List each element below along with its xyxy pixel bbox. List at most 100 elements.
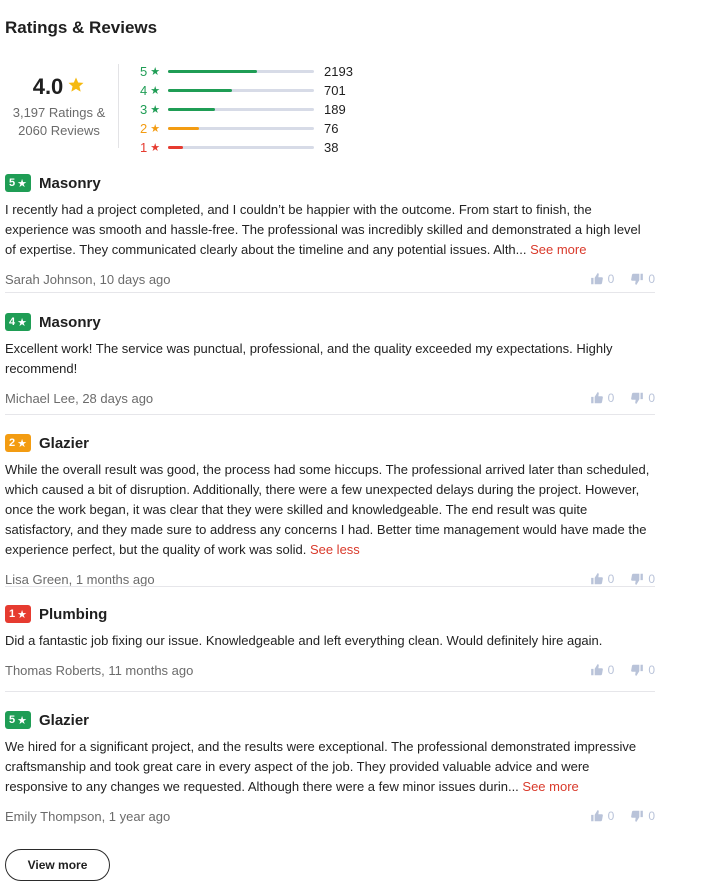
dislike-count: 0 [648, 572, 655, 586]
dislike-count: 0 [648, 391, 655, 405]
dislike-button[interactable]: 0 [630, 572, 655, 586]
like-button[interactable]: 0 [590, 663, 615, 677]
star-icon: ★ [17, 437, 27, 450]
thumbs-up-icon [590, 663, 604, 677]
like-button[interactable]: 0 [590, 272, 615, 286]
review-divider [5, 691, 655, 692]
dislike-button[interactable]: 0 [630, 809, 655, 823]
distribution-bar-fill [168, 127, 199, 130]
review-body: While the overall result was good, the p… [5, 460, 655, 560]
like-count: 0 [607, 663, 615, 677]
distribution-row: 2 ★ 76 [140, 119, 353, 138]
rating-distribution: 5 ★ 2193 4 ★ 701 3 ★ 189 2 ★ 76 1 ★ 38 [140, 62, 353, 157]
reviews-count-text: 2060 Reviews [18, 123, 100, 138]
thumbs-up-icon [590, 809, 604, 823]
rating-badge: 5 ★ [5, 174, 31, 192]
review-category: Plumbing [39, 605, 108, 623]
see-more-link[interactable]: See more [530, 242, 586, 257]
star-icon [67, 76, 85, 98]
distribution-row: 1 ★ 38 [140, 138, 353, 157]
distribution-bar [168, 108, 314, 111]
review-category: Masonry [39, 313, 101, 331]
rating-count: 3,197 Ratings & 2060 Reviews [0, 104, 118, 140]
rating-badge: 2 ★ [5, 434, 31, 452]
distribution-bar [168, 127, 314, 130]
review-votes: 00 [590, 809, 655, 823]
distribution-star-label: 3 ★ [140, 102, 168, 117]
review-author: Thomas Roberts, 11 months ago [5, 662, 194, 678]
like-count: 0 [607, 391, 615, 405]
review-text: Did a fantastic job fixing our issue. Kn… [5, 633, 603, 648]
review-votes: 00 [590, 663, 655, 677]
distribution-count: 2193 [324, 64, 353, 79]
thumbs-up-icon [590, 272, 604, 286]
section-title: Ratings & Reviews [5, 18, 158, 37]
see-more-link[interactable]: See less [310, 542, 360, 557]
review-category: Masonry [39, 174, 101, 192]
star-icon: ★ [150, 123, 161, 135]
distribution-count: 76 [324, 121, 339, 136]
review-category: Glazier [39, 711, 90, 729]
rating-badge-value: 1 [9, 608, 16, 620]
review-item: 4 ★ Masonry Excellent work! The service was… [5, 312, 655, 407]
dislike-button[interactable]: 0 [630, 272, 655, 286]
review-item: 2 ★ Glazier While the overall result was go… [5, 433, 655, 588]
see-more-link[interactable]: See more [522, 779, 578, 794]
review-body: We hired for a significant project, and … [5, 737, 655, 797]
rating-badge-value: 2 [9, 437, 16, 449]
distribution-count: 701 [324, 83, 346, 98]
like-count: 0 [607, 272, 615, 286]
thumbs-up-icon [590, 572, 604, 586]
rating-badge-value: 4 [9, 316, 16, 328]
thumbs-up-icon [590, 391, 604, 405]
review-votes: 00 [590, 272, 655, 286]
distribution-row: 4 ★ 701 [140, 81, 353, 100]
distribution-star-label: 2 ★ [140, 121, 168, 136]
distribution-bar [168, 70, 314, 73]
distribution-star-label: 5 ★ [140, 64, 168, 79]
review-divider [5, 586, 655, 587]
star-icon: ★ [150, 142, 161, 154]
like-button[interactable]: 0 [590, 391, 615, 405]
distribution-bar-fill [168, 146, 183, 149]
dislike-button[interactable]: 0 [630, 663, 655, 677]
like-button[interactable]: 0 [590, 572, 614, 586]
dislike-button[interactable]: 0 [630, 391, 655, 405]
distribution-bar-fill [168, 89, 233, 92]
distribution-star-number: 5 [140, 64, 148, 79]
rating-summary: 4.0 3,197 Ratings & 2060 Reviews 5 ★ 2193 4… [0, 60, 400, 155]
distribution-star-label: 4 ★ [140, 83, 168, 98]
distribution-bar [168, 146, 314, 149]
review-meta: Michael Lee, 28 days ago 0 0 [5, 389, 655, 407]
rating-badge: 5 ★ [5, 711, 31, 729]
distribution-star-number: 2 [140, 121, 148, 136]
distribution-star-number: 4 [140, 83, 148, 98]
star-icon: ★ [17, 316, 27, 329]
review-body: Excellent work! The service was punctual… [5, 339, 655, 379]
star-icon: ★ [17, 177, 27, 190]
distribution-star-number: 1 [140, 140, 148, 155]
average-rating-value: 4.0 [32, 74, 64, 99]
thumbs-down-icon [630, 663, 644, 677]
review-item: 5 ★ Glazier We hired for a significant proj… [5, 710, 655, 825]
distribution-row: 5 ★ 2193 [140, 62, 353, 81]
distribution-bar [168, 89, 314, 92]
rating-badge-value: 5 [9, 177, 16, 189]
review-category: Glazier [39, 434, 90, 452]
review-author: Michael Lee, 28 days ago [5, 390, 154, 406]
star-icon: ★ [17, 714, 27, 727]
review-header: 2 ★ Glazier [5, 433, 655, 453]
review-text: Excellent work! The service was punctual… [5, 341, 613, 376]
review-author: Lisa Green, 1 months ago [5, 571, 155, 587]
like-button[interactable]: 0 [590, 809, 614, 823]
review-body: I recently had a project completed, and … [5, 200, 655, 260]
dislike-count: 0 [648, 663, 655, 677]
review-meta: Thomas Roberts, 11 months ago 0 0 [5, 661, 655, 679]
star-icon: ★ [17, 608, 27, 621]
distribution-bar-fill [168, 108, 215, 111]
summary-divider [118, 64, 119, 148]
review-header: 1 ★ Plumbing [5, 604, 655, 624]
review-votes: 00 [590, 572, 655, 586]
view-more-button[interactable]: View more [5, 849, 110, 881]
review-body: Did a fantastic job fixing our issue. Kn… [5, 631, 655, 651]
